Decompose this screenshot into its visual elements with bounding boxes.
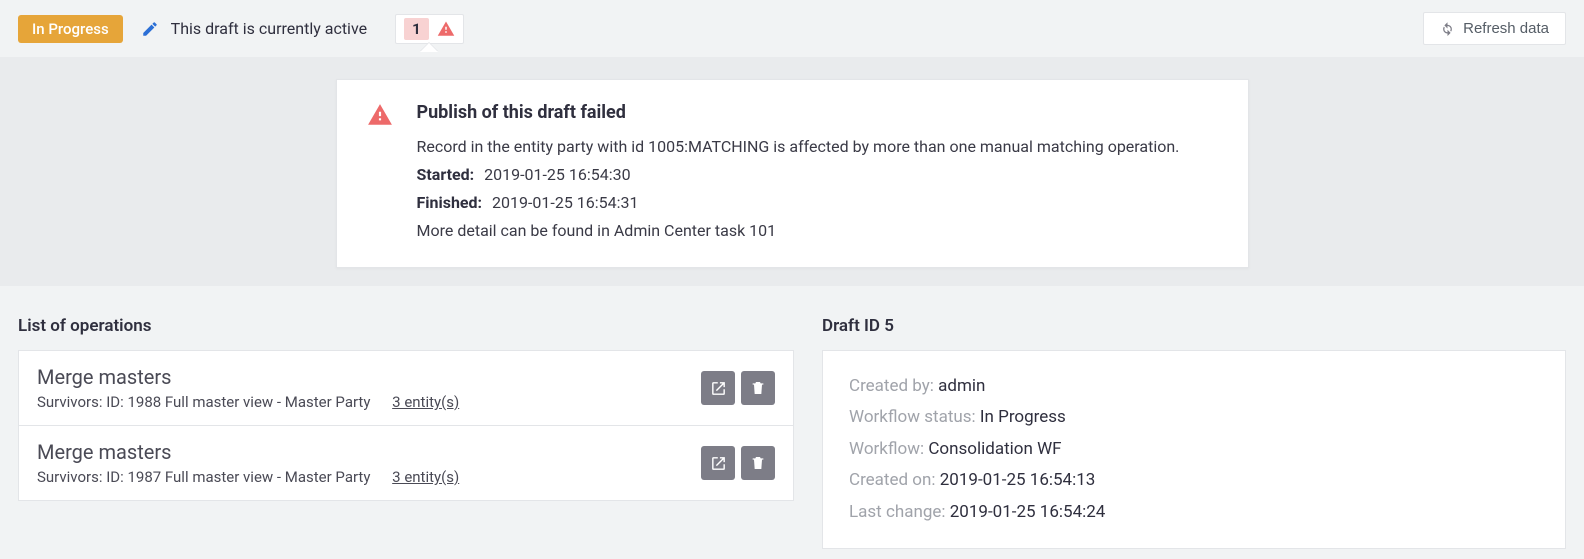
open-external-button[interactable]: [701, 446, 735, 480]
alert-indicator[interactable]: 1: [395, 14, 464, 44]
alert-content: Publish of this draft failed Record in t…: [417, 102, 1180, 245]
operations-heading: List of operations: [18, 316, 794, 336]
detail-row-workflow-status: Workflow status: In Progress: [849, 402, 1539, 433]
entity-link[interactable]: 3 entity(s): [392, 468, 459, 486]
topbar: In Progress This draft is currently acti…: [0, 0, 1584, 57]
refresh-icon: [1440, 21, 1455, 36]
status-badge: In Progress: [18, 15, 123, 43]
detail-value: 2019-01-25 16:54:24: [950, 502, 1106, 522]
alert-finished-label: Finished:: [417, 193, 483, 212]
alert-more-detail: More detail can be found in Admin Center…: [417, 217, 1180, 245]
delete-button[interactable]: [741, 446, 775, 480]
warning-icon: [437, 20, 455, 38]
detail-card: Created by: admin Workflow status: In Pr…: [822, 350, 1566, 549]
operation-survivors: Survivors: ID: 1988 Full master view - M…: [37, 393, 370, 411]
alert-count-badge: 1: [404, 18, 429, 40]
detail-key: Created by:: [849, 376, 938, 396]
entity-link[interactable]: 3 entity(s): [392, 393, 459, 411]
alert-finished-row: Finished: 2019-01-25 16:54:31: [417, 189, 1180, 217]
alert-message: Record in the entity party with id 1005:…: [417, 133, 1180, 161]
alert-title: Publish of this draft failed: [417, 102, 1180, 123]
content: List of operations Merge masters Survivo…: [0, 286, 1584, 549]
edit-icon[interactable]: [141, 20, 159, 38]
alert-panel-stage: Publish of this draft failed Record in t…: [0, 57, 1584, 286]
operation-item: Merge masters Survivors: ID: 1987 Full m…: [19, 426, 793, 501]
detail-value: admin: [938, 376, 985, 396]
operation-title: Merge masters: [37, 365, 695, 389]
alert-started-value: 2019-01-25 16:54:30: [484, 165, 630, 184]
operation-item: Merge masters Survivors: ID: 1988 Full m…: [19, 351, 793, 426]
detail-key: Created on:: [849, 470, 940, 490]
trash-icon: [750, 455, 766, 471]
detail-value: 2019-01-25 16:54:13: [940, 470, 1096, 490]
alert-panel: Publish of this draft failed Record in t…: [336, 79, 1249, 268]
detail-row-workflow: Workflow: Consolidation WF: [849, 434, 1539, 465]
detail-key: Workflow status:: [849, 407, 980, 427]
detail-value: In Progress: [980, 407, 1066, 427]
trash-icon: [750, 380, 766, 396]
operation-item-main: Merge masters Survivors: ID: 1987 Full m…: [37, 440, 695, 486]
operations-column: List of operations Merge masters Survivo…: [18, 316, 794, 501]
open-external-icon: [710, 455, 727, 472]
delete-button[interactable]: [741, 371, 775, 405]
detail-column: Draft ID 5 Created by: admin Workflow st…: [822, 316, 1566, 549]
alert-finished-value: 2019-01-25 16:54:31: [492, 193, 638, 212]
operation-title: Merge masters: [37, 440, 695, 464]
warning-icon: [367, 102, 393, 128]
refresh-button[interactable]: Refresh data: [1423, 12, 1566, 45]
operations-list: Merge masters Survivors: ID: 1988 Full m…: [18, 350, 794, 501]
detail-row-created-by: Created by: admin: [849, 371, 1539, 402]
detail-value: Consolidation WF: [928, 439, 1061, 459]
detail-key: Workflow:: [849, 439, 928, 459]
operation-item-main: Merge masters Survivors: ID: 1988 Full m…: [37, 365, 695, 411]
detail-row-created-on: Created on: 2019-01-25 16:54:13: [849, 465, 1539, 496]
draft-active-text: This draft is currently active: [171, 19, 367, 38]
detail-heading: Draft ID 5: [822, 316, 1566, 336]
alert-started-label: Started:: [417, 165, 475, 184]
operation-survivors: Survivors: ID: 1987 Full master view - M…: [37, 468, 370, 486]
open-external-button[interactable]: [701, 371, 735, 405]
alert-started-row: Started: 2019-01-25 16:54:30: [417, 161, 1180, 189]
detail-key: Last change:: [849, 502, 950, 522]
open-external-icon: [710, 380, 727, 397]
detail-row-last-change: Last change: 2019-01-25 16:54:24: [849, 497, 1539, 528]
refresh-label: Refresh data: [1463, 20, 1549, 37]
